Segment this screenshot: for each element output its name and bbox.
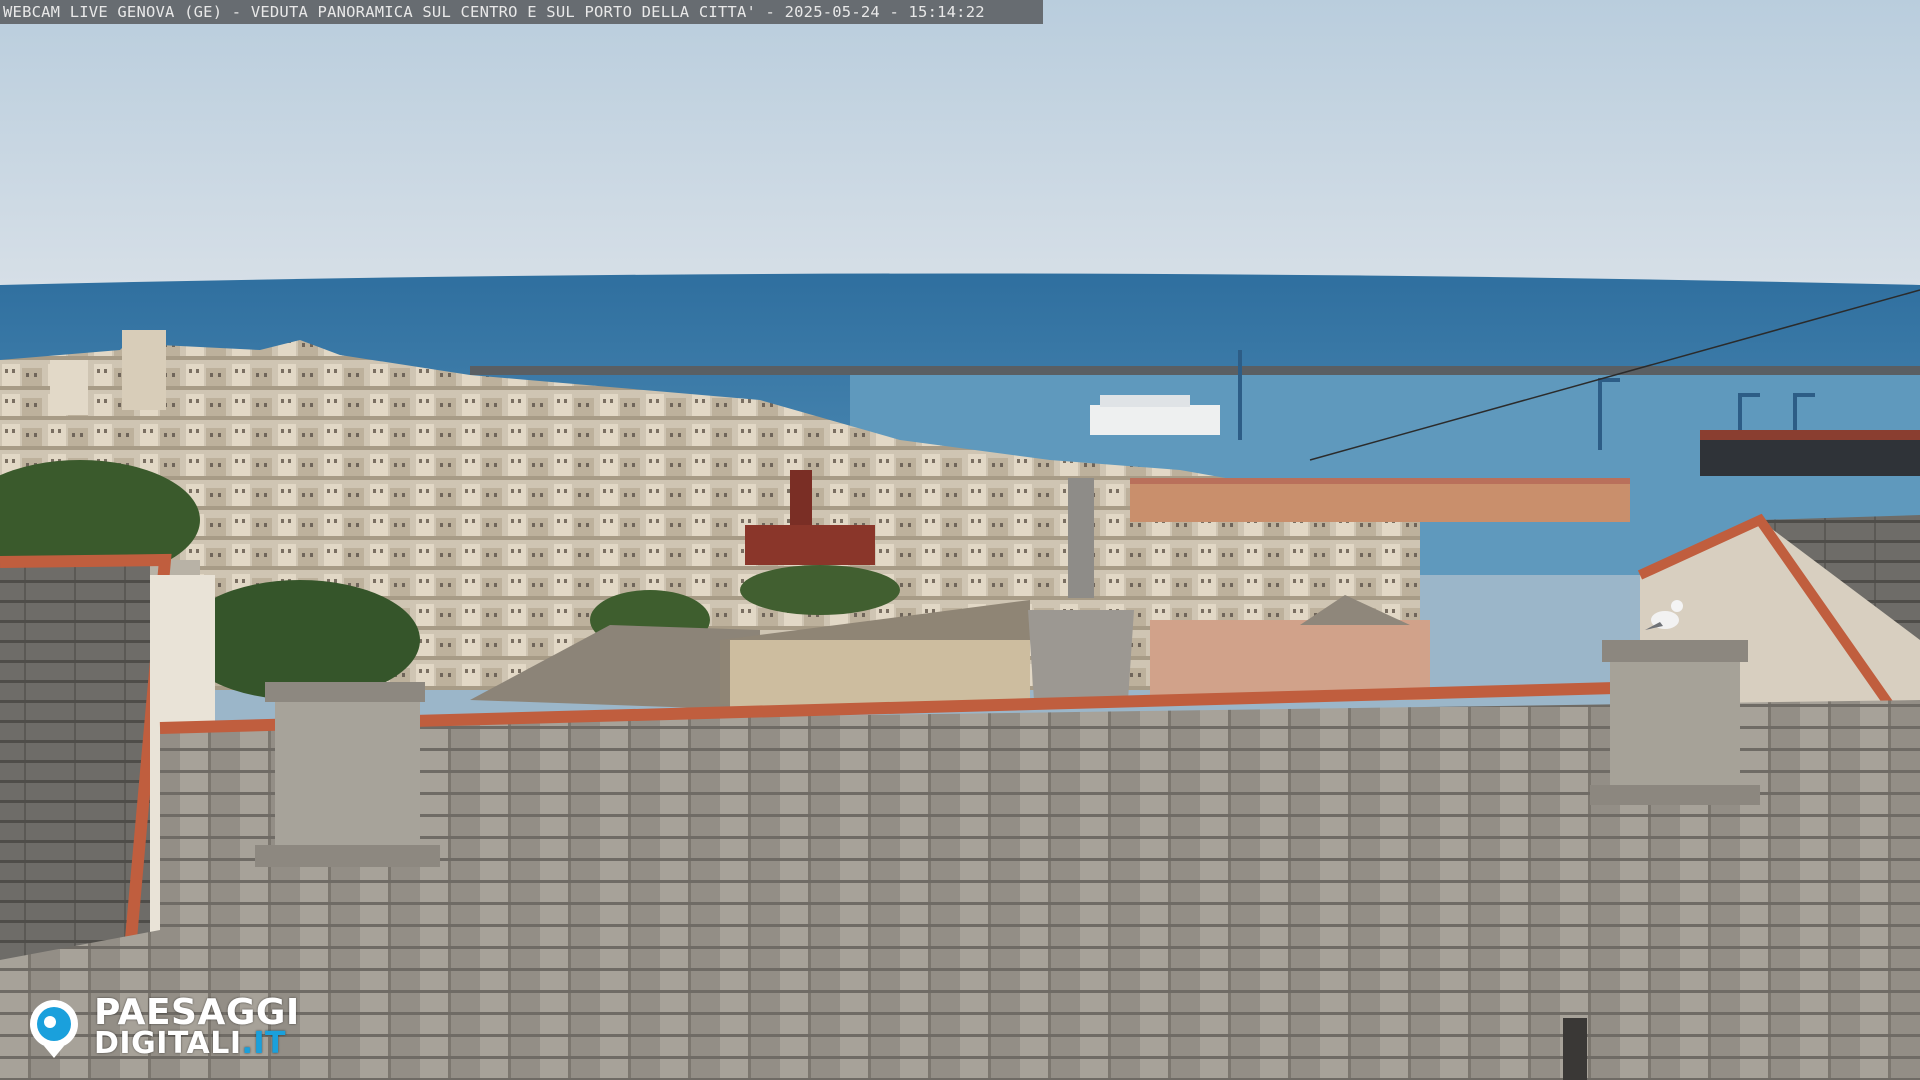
chimney-left	[255, 682, 440, 867]
metal-chimney	[1068, 478, 1094, 598]
logo-line2-tld: .IT	[241, 1026, 287, 1061]
trees	[740, 565, 900, 615]
webcam-image	[0, 0, 1920, 1080]
sky	[0, 0, 1920, 285]
vent-pipe	[1563, 1018, 1587, 1080]
breakwater	[470, 366, 1920, 375]
tower-building	[122, 330, 166, 410]
webcam-caption: WEBCAM LIVE GENOVA (GE) - VEDUTA PANORAM…	[0, 0, 1043, 24]
logo-line2: DIGITALI.IT	[94, 1028, 286, 1060]
mid-building	[1150, 620, 1430, 700]
webcam-pin-icon	[30, 1000, 78, 1058]
chimney-right	[1590, 640, 1760, 805]
logo-line2-main: DIGITALI	[94, 1026, 242, 1061]
container-ship	[1700, 430, 1920, 476]
waterfront-building	[1130, 482, 1630, 522]
webcam-frame: WEBCAM LIVE GENOVA (GE) - VEDUTA PANORAM…	[0, 0, 1920, 1080]
left-roof	[0, 560, 150, 960]
metal-chimney	[1028, 610, 1134, 700]
tower-building	[50, 360, 88, 415]
paesaggi-digitali-logo: PAESAGGI DIGITALI.IT	[26, 994, 346, 1064]
